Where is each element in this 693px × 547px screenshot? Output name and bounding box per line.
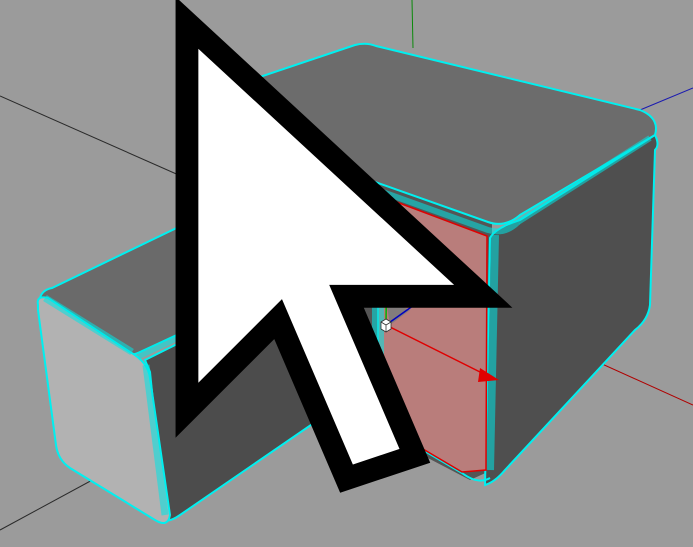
3d-viewport[interactable] bbox=[0, 0, 693, 547]
arrow-cursor-icon bbox=[175, 0, 513, 493]
